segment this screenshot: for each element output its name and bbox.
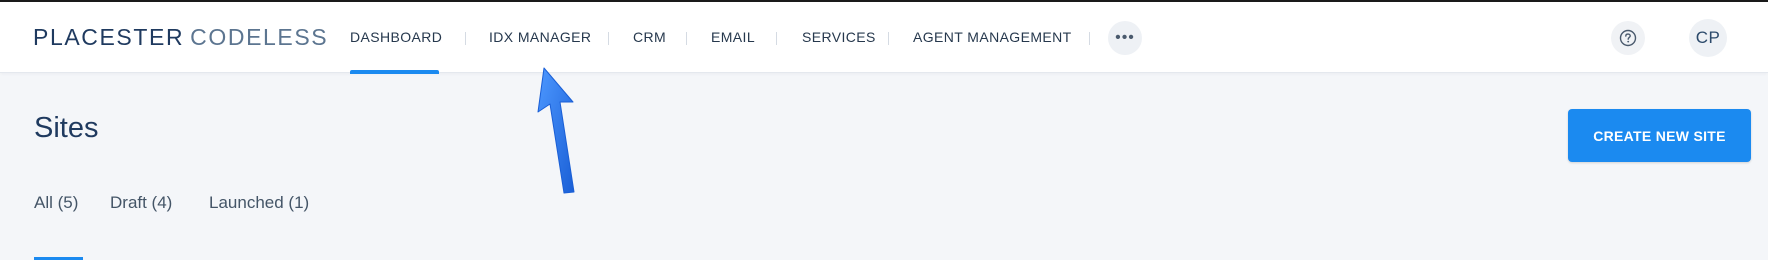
nav-divider: [888, 32, 889, 45]
nav-item-agent-management[interactable]: AGENT MANAGEMENT: [913, 29, 1072, 45]
placester-codeless-logo[interactable]: PLACESTER CODELESS: [33, 24, 328, 51]
page-title: Sites: [34, 112, 99, 144]
top-navigation-bar: PLACESTER CODELESS DASHBOARD IDX MANAGER …: [0, 0, 1768, 74]
more-menu-button[interactable]: •••: [1108, 21, 1142, 55]
user-avatar[interactable]: CP: [1689, 19, 1727, 57]
ellipsis-icon: •••: [1115, 29, 1135, 46]
arrow-pointer-icon: [537, 67, 575, 194]
logo-secondary-text: CODELESS: [190, 24, 329, 50]
filter-tab-draft[interactable]: Draft (4): [110, 193, 172, 213]
create-new-site-button[interactable]: CREATE NEW SITE: [1568, 109, 1751, 162]
nav-item-email[interactable]: EMAIL: [711, 29, 755, 45]
nav-divider: [1089, 32, 1090, 45]
nav-item-services[interactable]: SERVICES: [802, 29, 876, 45]
nav-divider: [686, 32, 687, 45]
question-circle-icon: [1619, 29, 1637, 47]
nav-item-idx-manager[interactable]: IDX MANAGER: [489, 29, 591, 45]
active-nav-indicator: [350, 70, 439, 74]
nav-item-dashboard[interactable]: DASHBOARD: [350, 29, 442, 45]
help-button[interactable]: [1611, 21, 1645, 55]
nav-divider: [776, 32, 777, 45]
nav-divider: [608, 32, 609, 45]
logo-primary-text: PLACESTER: [33, 24, 185, 50]
nav-divider: [465, 32, 466, 45]
nav-item-crm[interactable]: CRM: [633, 29, 666, 45]
filter-tab-all[interactable]: All (5): [34, 193, 78, 213]
filter-tab-launched[interactable]: Launched (1): [209, 193, 309, 213]
